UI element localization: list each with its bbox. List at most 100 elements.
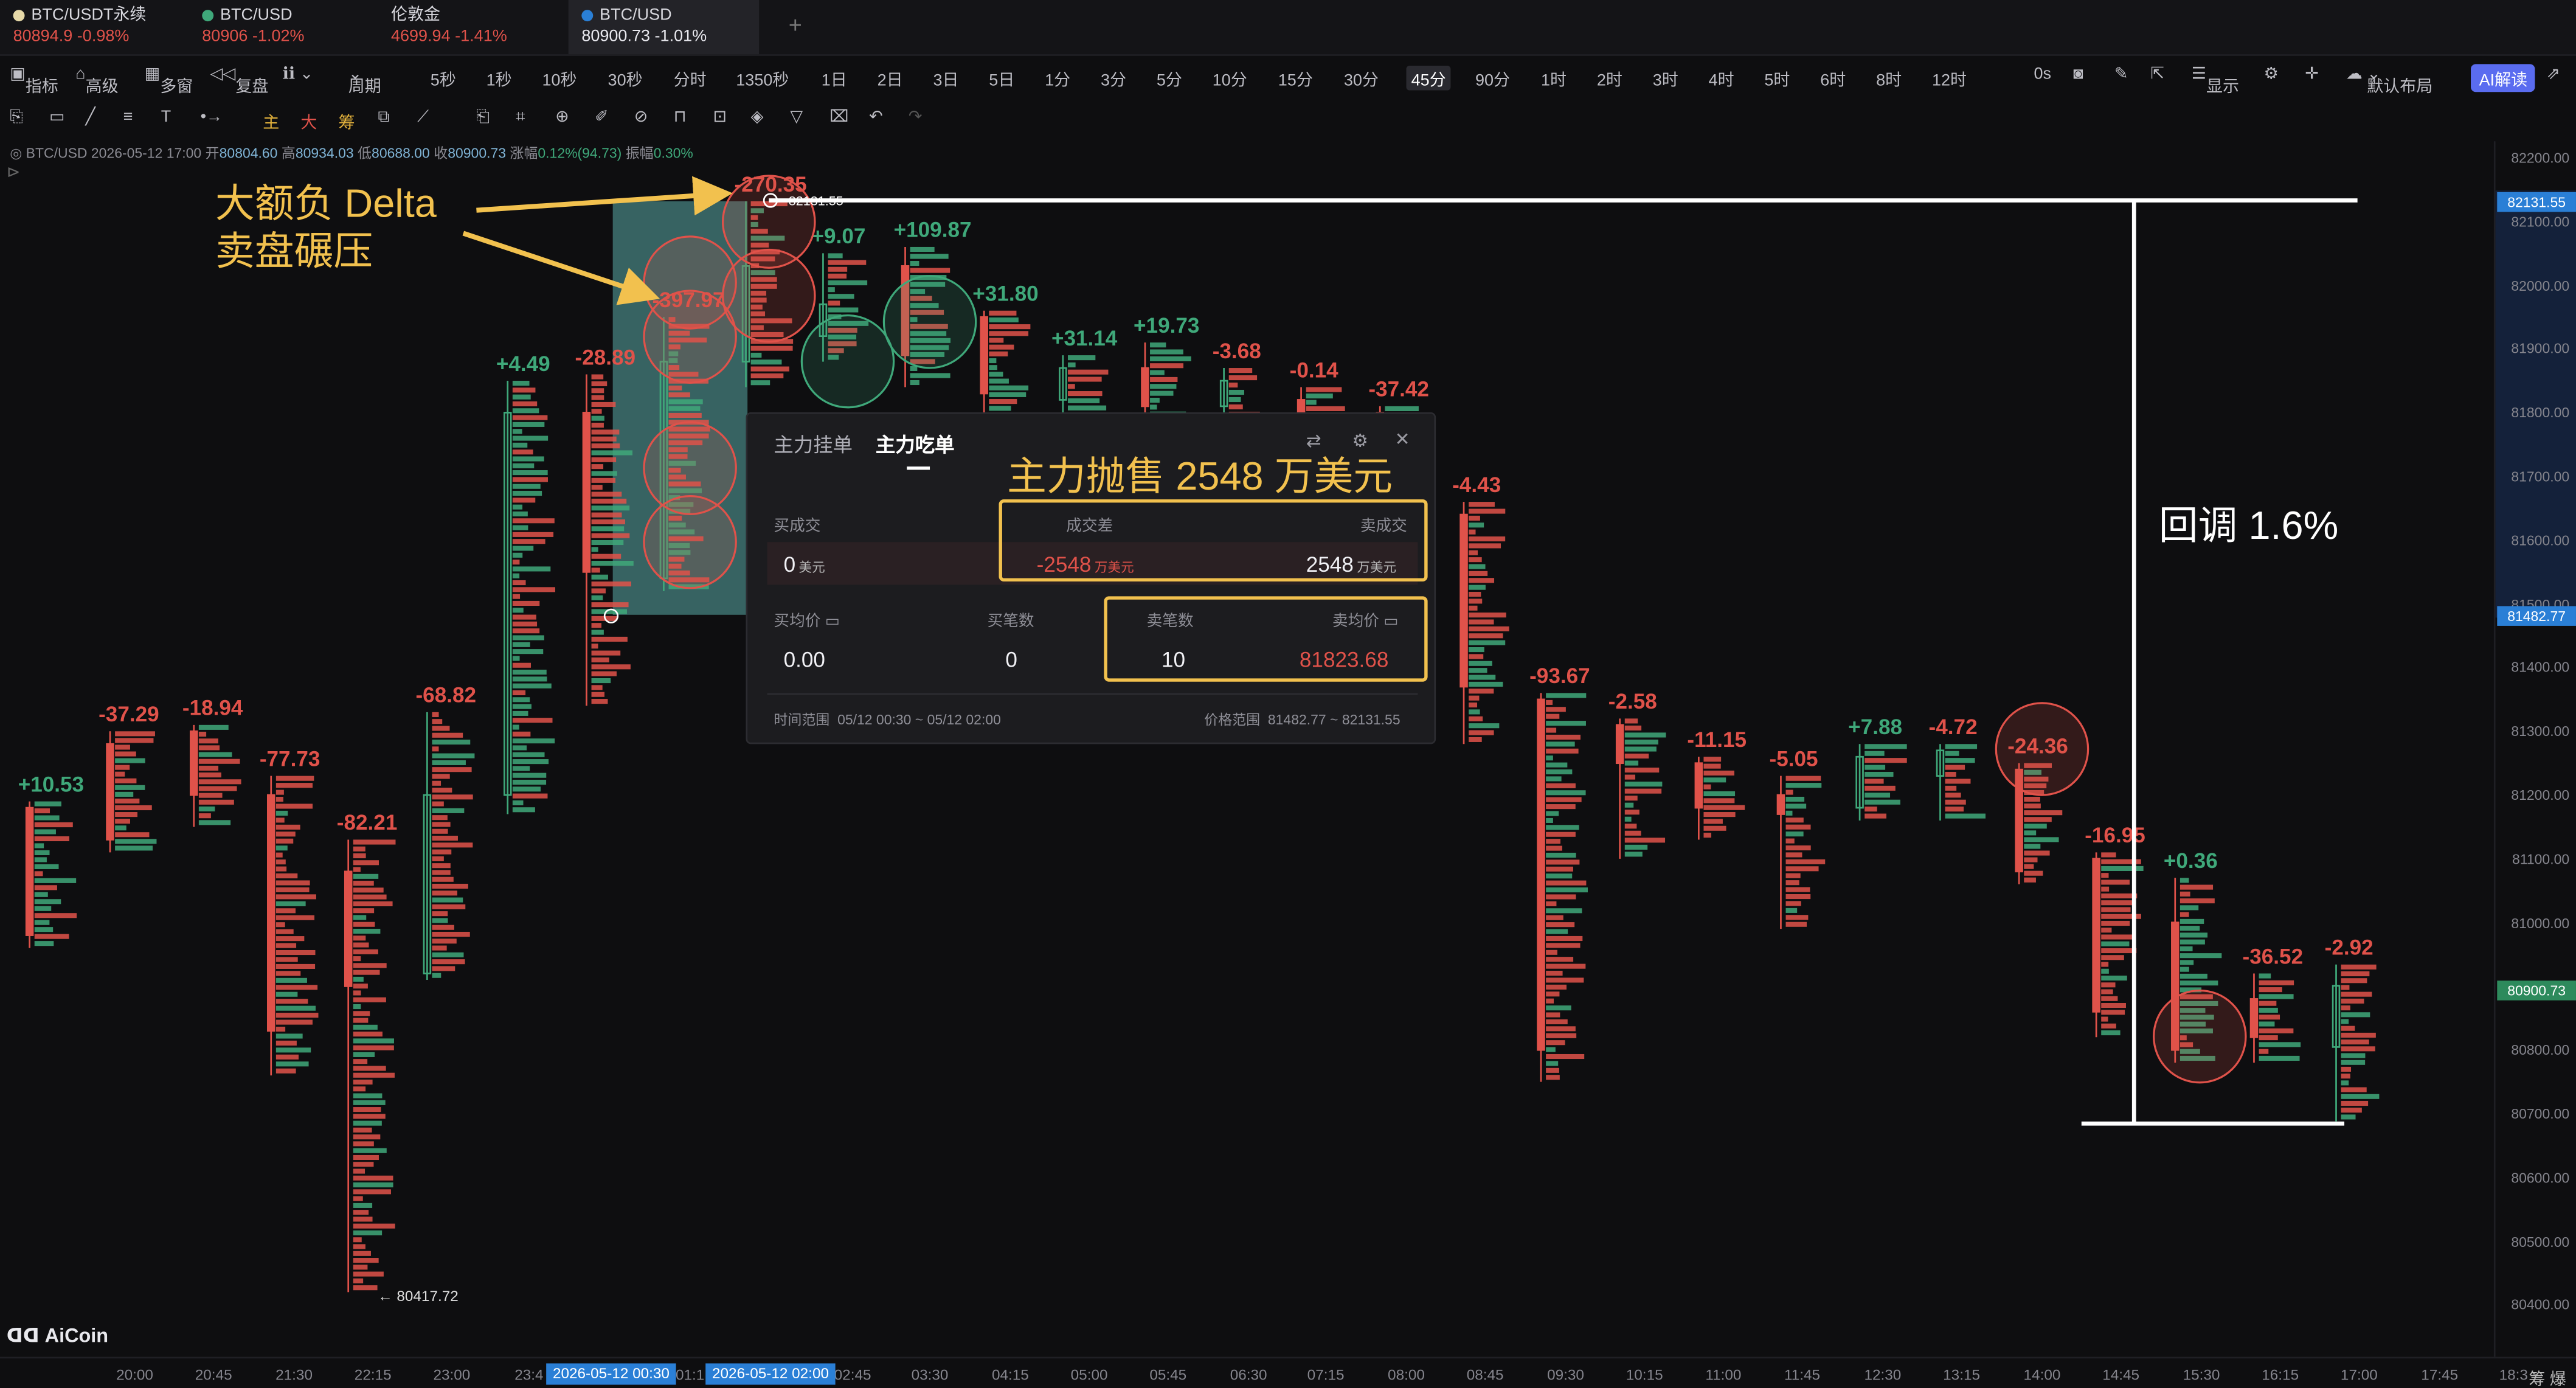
footprint-bar <box>512 408 539 414</box>
footprint-bar <box>275 803 313 809</box>
footprint-bar <box>1624 753 1649 759</box>
time-tick: 17:45 <box>2421 1366 2459 1383</box>
footprint-bar <box>353 970 380 975</box>
footprint-bar <box>2341 1074 2350 1079</box>
footprint-bar <box>275 1019 313 1025</box>
footprint-bar <box>512 525 528 530</box>
footprint-bar <box>275 1005 316 1011</box>
footprint-bar <box>1546 957 1574 962</box>
footprint-bar <box>2259 1007 2278 1013</box>
footprint-bar <box>2259 1021 2275 1027</box>
footprint-bar <box>591 443 620 449</box>
footprint-bar <box>432 939 457 944</box>
footprint-bar <box>591 644 598 649</box>
footprint-bar <box>1150 390 1174 396</box>
footprint-bar <box>910 261 919 266</box>
footprint-bar <box>115 771 125 777</box>
footprint-bar <box>1546 776 1562 782</box>
footprint-bar <box>591 685 603 690</box>
footprint-bar <box>1306 406 1345 412</box>
footprint-bar <box>2180 926 2200 931</box>
footprint-bar <box>1546 1005 1571 1011</box>
footprint-bar <box>2259 980 2294 985</box>
footprint-bar <box>353 956 361 962</box>
footprint-bar <box>353 1038 394 1044</box>
footprint-bar <box>1624 810 1639 815</box>
footprint-bar <box>1469 599 1483 604</box>
footprint-bar <box>910 254 949 259</box>
footprint-bar <box>512 532 554 537</box>
tab-main-orders[interactable]: 主力挂单 <box>774 431 853 459</box>
time-tag: 2026-05-12 02:00 <box>705 1363 836 1385</box>
footprint-bar <box>591 429 620 435</box>
footprint-bar <box>275 852 283 858</box>
time-tick: 16:15 <box>2262 1366 2299 1383</box>
footprint-bar <box>115 825 126 831</box>
time-tick: 04:15 <box>991 1366 1029 1383</box>
footprint-bar <box>1703 819 1723 824</box>
buy-avg-value: 0.00 <box>783 647 825 672</box>
footprint-bar <box>512 552 523 558</box>
footprint-bar <box>1546 998 1554 1004</box>
footprint-bar <box>34 913 77 918</box>
tab-main-taker[interactable]: 主力吃单 <box>876 431 955 459</box>
time-tick: 20:45 <box>195 1366 232 1383</box>
footprint-bar <box>34 864 59 869</box>
footprint-bar <box>512 608 524 613</box>
footprint-bar <box>432 959 465 965</box>
footprint-bar <box>1864 751 1885 756</box>
footprint-bar <box>198 820 231 825</box>
time-tag: 2026-05-12 00:30 <box>546 1363 676 1385</box>
time-tick: 13:15 <box>1943 1366 1981 1383</box>
footprint-bar <box>275 845 288 851</box>
share-icon[interactable]: ⇗ <box>2546 66 2560 84</box>
price-tick: 80400.00 <box>2511 1296 2570 1313</box>
close-icon[interactable]: ✕ <box>1395 429 1410 450</box>
delta-label: -0.14 <box>1290 358 1339 382</box>
footprint-bar <box>1469 571 1488 576</box>
footprint-bar <box>275 963 316 969</box>
footprint-bar <box>1624 718 1638 724</box>
time-tick: 07:15 <box>1307 1366 1345 1383</box>
footprint-bar <box>2180 980 2218 986</box>
footprint-bar <box>591 477 616 483</box>
footprint-bar <box>512 656 520 661</box>
footprint-bar <box>275 797 283 802</box>
price-tag: 82131.55 <box>2497 192 2576 212</box>
footprint-bar <box>1067 369 1109 375</box>
footprint-bar <box>1546 922 1575 928</box>
footprint-bar <box>34 920 50 925</box>
footprint-bar <box>591 699 608 704</box>
footprint-bar <box>198 786 237 791</box>
footprint-bar <box>275 1068 296 1074</box>
footprint-bar <box>2101 1010 2125 1015</box>
footprint-bar <box>2259 1015 2280 1020</box>
footprint-bar <box>1546 949 1557 955</box>
footprint-bar <box>1546 748 1579 754</box>
footprint-bar <box>34 843 44 848</box>
footprint-bar <box>750 373 784 378</box>
footprint-bar <box>591 650 621 656</box>
footprint-bar <box>1785 776 1821 781</box>
delta-label: -28.89 <box>575 345 636 369</box>
footprint-bar <box>2341 1114 2356 1120</box>
footprint-bar <box>115 785 145 790</box>
delta-label: -82.21 <box>337 811 398 835</box>
footprint-bar <box>353 1004 361 1010</box>
footprint-bar <box>512 470 548 476</box>
footprint-bar <box>1864 807 1877 812</box>
footprint-bar <box>353 908 375 914</box>
price-tick: 81100.00 <box>2512 850 2570 867</box>
divider <box>767 693 1418 695</box>
footprint-bar <box>1785 796 1805 802</box>
footprint-bar <box>115 758 145 763</box>
footprint-bar <box>115 751 136 757</box>
footprint-bar <box>512 793 548 799</box>
footprint-bar <box>432 931 470 937</box>
footprint-bar <box>1469 654 1484 659</box>
price-axis[interactable]: 82200.00 82100.00 82000.00 81900.00 81800.00… <box>2493 141 2576 1357</box>
footprint-bar <box>512 560 520 565</box>
footprint-bar <box>1624 760 1639 766</box>
footprint-bar <box>1469 515 1480 521</box>
time-axis[interactable]: 筹 爆 20:00 20:45 21:30 22:15 23:00 23:4 01:1 02:… <box>0 1356 2576 1388</box>
